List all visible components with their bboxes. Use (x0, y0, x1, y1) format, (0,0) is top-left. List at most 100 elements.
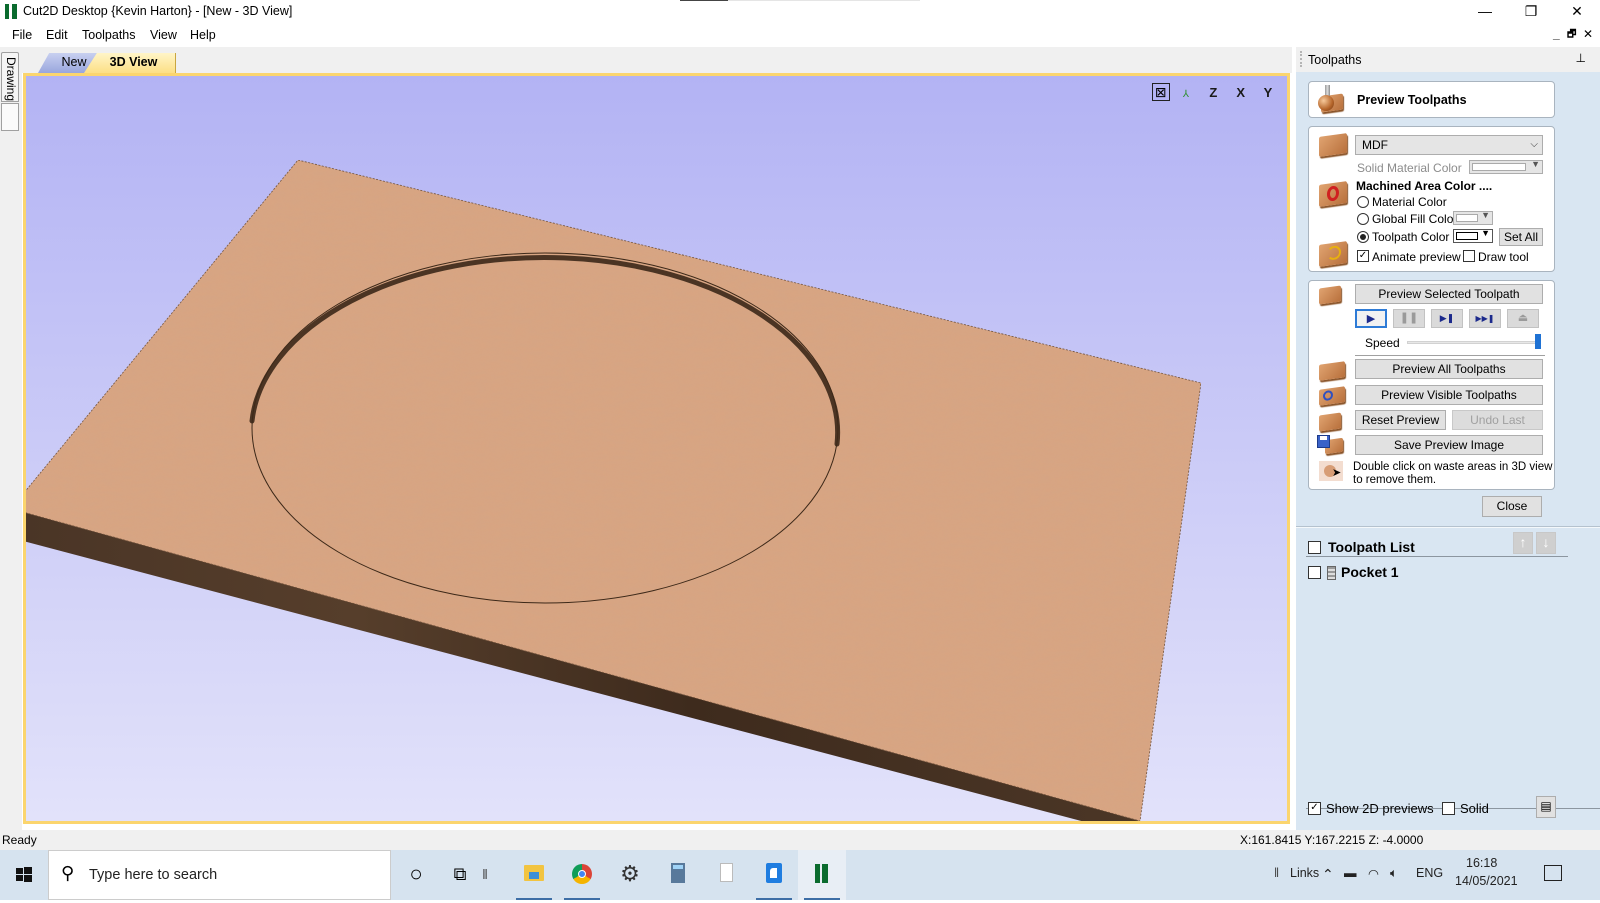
divider (1355, 355, 1545, 356)
title-progress-indicator (680, 0, 920, 1)
links-toolbar[interactable]: Links (1290, 866, 1319, 880)
fast-forward-button[interactable]: ▶▶❚ (1469, 309, 1501, 328)
set-all-button[interactable]: Set All (1499, 228, 1543, 246)
restore-button[interactable]: ❐ (1508, 0, 1554, 23)
show-2d-previews-checkbox[interactable]: ✓ (1308, 802, 1321, 815)
chrome-icon[interactable] (558, 850, 606, 900)
pin-icon[interactable]: ⊥ (1576, 51, 1586, 65)
cortana-icon[interactable]: ○ (392, 850, 440, 900)
taskbar-separator-icon: ‖ (482, 866, 488, 882)
move-up-button[interactable]: ↑ (1513, 532, 1533, 554)
zoom-extents-icon[interactable]: ⊠ (1151, 83, 1170, 101)
reset-preview-button[interactable]: Reset Preview (1355, 410, 1446, 430)
clock-date[interactable]: 14/05/2021 (1455, 874, 1518, 888)
material-top-face (26, 159, 1202, 821)
toolpath-list-checkbox[interactable] (1308, 541, 1321, 554)
3d-viewport[interactable]: ⊠ ⅄ Z X Y (23, 73, 1290, 824)
tab-3d-view[interactable]: 3D View (84, 53, 176, 73)
menu-edit[interactable]: Edit (46, 28, 68, 42)
solid-material-color-picker[interactable]: ▼ (1469, 159, 1543, 174)
preview-all-icon (1319, 361, 1345, 381)
file-explorer-icon[interactable] (510, 850, 558, 900)
save-preview-image-button[interactable]: Save Preview Image (1355, 435, 1543, 455)
draw-tool-label: Draw tool (1478, 250, 1529, 264)
search-icon: ⚲ (61, 863, 75, 883)
clock-time[interactable]: 16:18 (1466, 856, 1497, 870)
mdi-restore-button[interactable]: 🗗 (1567, 27, 1576, 44)
menu-file[interactable]: File (12, 28, 32, 42)
solid-material-color-label: Solid Material Color (1357, 161, 1462, 175)
toolpath-list-item[interactable]: Pocket 1 (1296, 560, 1600, 584)
cut2d-taskbar-icon[interactable] (798, 850, 846, 900)
show-2d-previews-label: Show 2D previews (1326, 801, 1434, 816)
show-hidden-icons-chevron[interactable]: ⌃ (1322, 866, 1334, 883)
animate-preview-label: Animate preview (1372, 250, 1461, 264)
preview-selected-toolpath-button[interactable]: Preview Selected Toolpath (1355, 284, 1543, 304)
cursor-coordinates: X:161.8415 Y:167.2215 Z: -4.0000 (1240, 833, 1424, 847)
preview-all-toolpaths-button[interactable]: Preview All Toolpaths (1355, 359, 1543, 379)
playback-controls: ▶ ❚❚ ▶❚ ▶▶❚ ⏏ (1355, 309, 1545, 329)
side-tab-blank[interactable] (1, 103, 19, 131)
step-button[interactable]: ▶❚ (1431, 309, 1463, 328)
global-fill-color-picker[interactable]: ▼ (1453, 210, 1493, 225)
animate-preview-checkbox[interactable]: ✓ (1357, 250, 1369, 262)
hint-text-line1: Double click on waste areas in 3D view (1353, 461, 1553, 473)
wifi-icon[interactable]: ◠ (1368, 866, 1379, 881)
volume-icon[interactable]: 🔈︎ (1390, 866, 1398, 881)
solid-checkbox[interactable] (1442, 802, 1455, 815)
speed-slider-track[interactable] (1407, 341, 1541, 344)
radio-toolpath-color[interactable] (1357, 231, 1369, 243)
notifications-icon[interactable] (1544, 865, 1562, 881)
notepad-icon[interactable] (702, 850, 750, 900)
toolpath-item-checkbox[interactable] (1308, 566, 1321, 579)
close-button[interactable]: ✕ (1554, 0, 1600, 23)
pause-button[interactable]: ❚❚ (1393, 309, 1425, 328)
top-view-z-icon[interactable]: Z (1202, 82, 1224, 104)
calculator-icon[interactable] (654, 850, 702, 900)
iso-view-icon[interactable]: ⅄ (1175, 84, 1197, 106)
toolpaths-panel: Toolpaths ⊥ Preview Toolpaths MDF ⌵ Soli… (1296, 47, 1600, 830)
panel-options-button[interactable]: ▤ (1536, 796, 1556, 818)
undo-last-button[interactable]: Undo Last (1452, 410, 1543, 430)
speed-label: Speed (1365, 336, 1400, 350)
menu-toolpaths[interactable]: Toolpaths (82, 28, 136, 42)
windows-taskbar: ⚲ Type here to search ○ ⧉ ‖ ⚙ ‖ Links ⌃ … (0, 850, 1600, 900)
mdi-close-button[interactable]: ✕ (1583, 27, 1593, 41)
close-panel-button[interactable]: Close (1482, 496, 1542, 517)
menu-help[interactable]: Help (190, 28, 216, 42)
drawing-side-tab[interactable]: Drawing (1, 52, 19, 102)
app-icon[interactable] (750, 850, 798, 900)
draw-tool-checkbox[interactable] (1463, 250, 1475, 262)
taskbar-search-input[interactable]: ⚲ Type here to search (48, 850, 391, 900)
side-view-y-icon[interactable]: Y (1257, 82, 1279, 104)
play-button[interactable]: ▶ (1355, 309, 1387, 328)
close-icon: ✕ (1571, 3, 1583, 19)
panel-grip-icon[interactable] (1300, 51, 1302, 67)
preview-controls-card: Preview Selected Toolpath ▶ ❚❚ ▶❚ ▶▶❚ ⏏ … (1308, 280, 1555, 490)
radio-toolpath-color-label: Toolpath Color (1372, 230, 1450, 244)
material-select[interactable]: MDF ⌵ (1355, 135, 1543, 155)
material-settings-card: MDF ⌵ Solid Material Color ▼ Machined Ar… (1308, 126, 1555, 272)
battery-icon[interactable]: ▬ (1344, 866, 1357, 880)
settings-icon[interactable]: ⚙ (606, 850, 654, 900)
stop-button[interactable]: ⏏ (1507, 309, 1539, 328)
language-indicator[interactable]: ENG (1416, 866, 1443, 880)
preview-visible-icon (1319, 386, 1345, 406)
solid-label: Solid (1460, 801, 1489, 816)
window-title: Cut2D Desktop {Kevin Harton} - [New - 3D… (23, 4, 293, 18)
toolpath-color-picker[interactable]: ▼ (1453, 228, 1493, 243)
menu-bar: File Edit Toolpaths View Help _ 🗗 ✕ (0, 23, 1600, 47)
front-view-x-icon[interactable]: X (1230, 82, 1252, 104)
view-toolbar: ⊠ ⅄ Z X Y (1150, 82, 1279, 106)
task-view-icon[interactable]: ⧉ (440, 850, 480, 900)
radio-material-color[interactable] (1357, 196, 1369, 208)
move-down-button[interactable]: ↓ (1536, 532, 1556, 554)
minimize-button[interactable]: — (1462, 0, 1508, 23)
preview-visible-toolpaths-button[interactable]: Preview Visible Toolpaths (1355, 385, 1543, 405)
radio-global-fill-color[interactable] (1357, 213, 1369, 225)
minimize-icon: — (1478, 3, 1492, 19)
speed-slider-thumb[interactable] (1535, 334, 1541, 349)
menu-view[interactable]: View (150, 28, 177, 42)
start-button[interactable] (0, 850, 48, 900)
mdi-minimize-button[interactable]: _ (1553, 27, 1560, 41)
